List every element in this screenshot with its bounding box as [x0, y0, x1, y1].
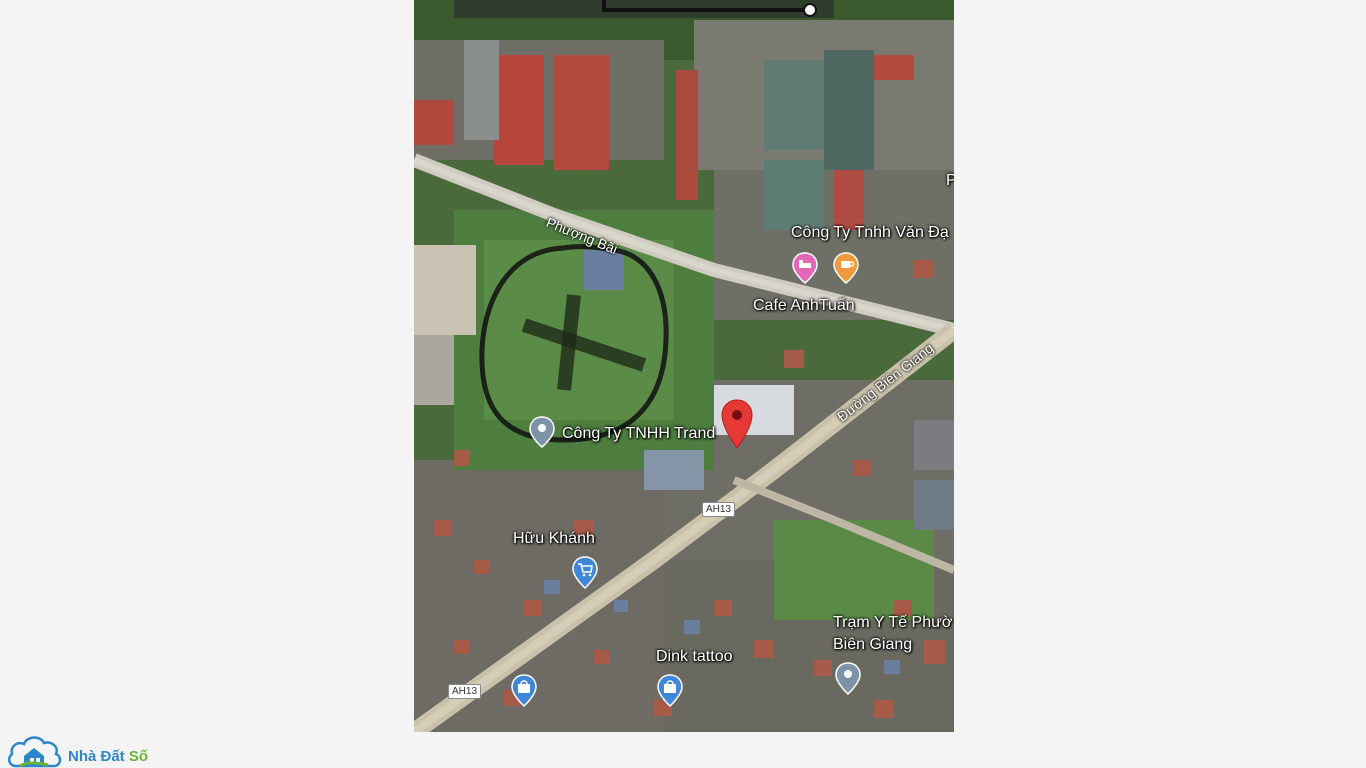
- label-tram-y-te-line1: Trạm Y Tế Phườ: [833, 614, 953, 631]
- label-cafe: Cafe AnhTuấn: [753, 297, 855, 314]
- place-pin-icon[interactable]: [529, 416, 555, 448]
- label-edge-letter: P: [946, 172, 954, 189]
- shopping-cart-pin-icon[interactable]: [572, 556, 598, 590]
- medical-pin-icon[interactable]: [835, 662, 861, 696]
- logo-text: Nhà Đất Số: [68, 748, 148, 765]
- highway-shield: AH13: [448, 684, 482, 699]
- highway-shield: AH13: [702, 502, 736, 517]
- logo-text-part1: Nhà Đất: [68, 748, 129, 765]
- hotel-pin-icon[interactable]: [792, 252, 818, 284]
- red-location-pin-icon[interactable]: [720, 398, 754, 450]
- label-tram-y-te-line2: Biên Giang: [833, 636, 913, 653]
- label-company-trand: Công Ty TNHH Trand: [562, 425, 716, 442]
- label-huu-khanh: Hữu Khánh: [513, 530, 595, 547]
- satellite-map[interactable]: Phượng Bãi Đường Biên Giang Công Ty Tnhh…: [414, 0, 954, 732]
- label-company-van-dai: Công Ty Tnhh Văn Đạ: [791, 224, 949, 241]
- shopping-bag-pin-icon[interactable]: [657, 674, 683, 708]
- logo-text-part2: Số: [128, 748, 149, 765]
- shopping-bag-pin-icon[interactable]: [511, 674, 537, 708]
- cafe-pin-icon[interactable]: [833, 252, 859, 284]
- label-dink-tattoo: Dink tattoo: [656, 648, 733, 665]
- cloud-house-logo-icon: [7, 736, 62, 768]
- nha-dat-so-logo: Nhà Đất Số: [6, 732, 166, 768]
